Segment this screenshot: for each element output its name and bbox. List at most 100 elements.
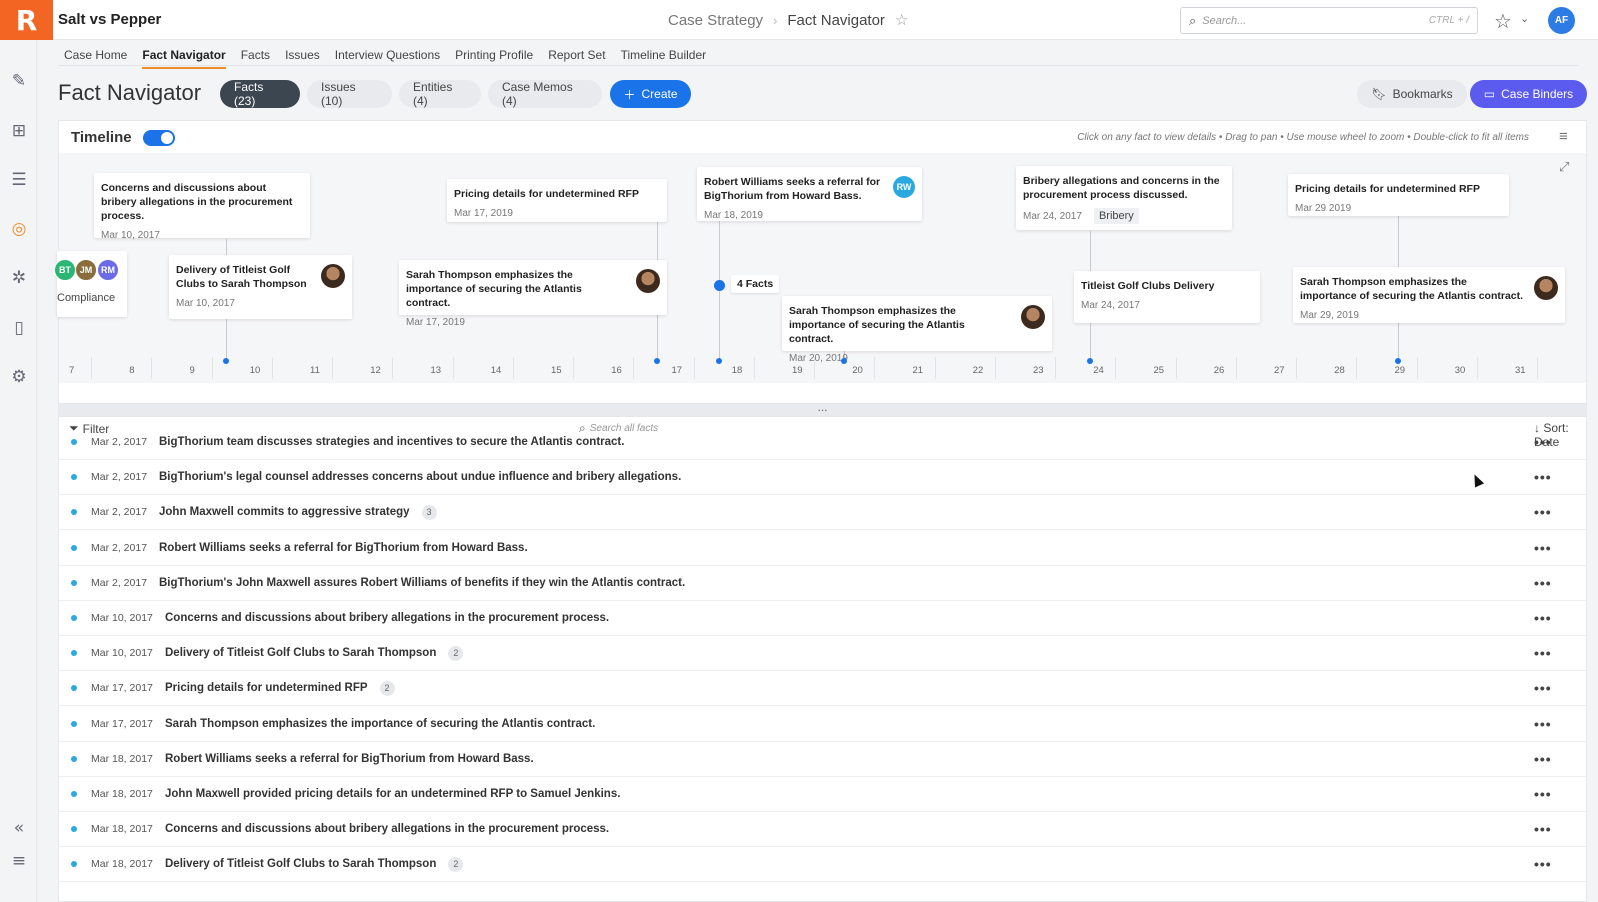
fact-text[interactable]: Robert Williams seeks a referral for Big… bbox=[159, 542, 528, 554]
fact-count-badge: 2 bbox=[448, 645, 464, 661]
case-title[interactable]: Salt vs Pepper bbox=[58, 11, 161, 28]
fact-row[interactable]: Mar 18, 2017 John Maxwell provided pricin… bbox=[59, 777, 1586, 812]
fact-text[interactable]: Delivery of Titleist Golf Clubs to Sarah… bbox=[165, 856, 464, 872]
more-options-icon[interactable]: ••• bbox=[1534, 504, 1552, 520]
cluster-dot[interactable] bbox=[714, 280, 725, 291]
favorites-star-icon[interactable]: ☆ bbox=[1494, 9, 1512, 34]
chevron-down-icon[interactable]: ⌄ bbox=[1520, 12, 1529, 25]
fact-text[interactable]: Pricing details for undetermined RFP 2 bbox=[165, 680, 395, 696]
axis-tick bbox=[874, 357, 876, 379]
menu-icon[interactable]: ≡ bbox=[1559, 128, 1568, 145]
bookmarks-button[interactable]: 🔖︎ Bookmarks bbox=[1357, 80, 1467, 108]
fact-text[interactable]: BigThorium's John Maxwell assures Robert… bbox=[159, 577, 685, 589]
panel-splitter[interactable]: ... bbox=[58, 401, 1587, 416]
fact-text-label: Concerns and discussions about bribery a… bbox=[165, 612, 610, 624]
fact-row[interactable]: Mar 2, 2017 BigThorium's legal counsel ad… bbox=[59, 460, 1586, 496]
fact-row[interactable]: Mar 17, 2017 Pricing details for undeterm… bbox=[59, 671, 1586, 707]
card-text: Concerns and discussions about bribery a… bbox=[101, 182, 293, 222]
timeline-dot[interactable] bbox=[841, 358, 847, 364]
timeline-dot[interactable] bbox=[654, 358, 660, 364]
more-options-icon[interactable]: ••• bbox=[1534, 434, 1552, 450]
fact-row[interactable]: Mar 18, 2017 Concerns and discussions abo… bbox=[59, 812, 1586, 848]
gear-icon[interactable]: ⚙ bbox=[8, 366, 30, 388]
timeline-dot[interactable] bbox=[716, 358, 722, 364]
timeline-dot[interactable] bbox=[1087, 358, 1093, 364]
fact-bullet bbox=[71, 755, 77, 762]
document-list-icon[interactable]: ☰ bbox=[8, 169, 30, 191]
fact-count-badge: 2 bbox=[379, 680, 395, 696]
menu-icon[interactable]: ≡ bbox=[8, 850, 30, 872]
cluster-label[interactable]: 4 Facts bbox=[731, 275, 780, 293]
fact-row[interactable]: Mar 2, 2017 Robert Williams seeks a refer… bbox=[59, 531, 1586, 566]
fact-row[interactable]: Mar 2, 2017 BigThorium team discusses str… bbox=[59, 425, 1586, 460]
fact-row[interactable]: Mar 17, 2017 Sarah Thompson emphasizes th… bbox=[59, 707, 1586, 742]
axis-tick-label: 9 bbox=[189, 365, 195, 376]
timeline-card[interactable]: Bribery allegations and concerns in the … bbox=[1016, 166, 1232, 230]
axis-tick bbox=[693, 357, 695, 379]
fact-text[interactable]: Robert Williams seeks a referral for Big… bbox=[165, 753, 534, 765]
more-options-icon[interactable]: ••• bbox=[1534, 610, 1552, 626]
timeline-card[interactable]: Delivery of Titleist Golf Clubs to Sarah… bbox=[169, 255, 352, 319]
entities-pill[interactable]: Entities (4) bbox=[399, 80, 481, 108]
plus-icon: ＋ bbox=[623, 87, 636, 102]
create-button[interactable]: ＋ Create bbox=[610, 80, 691, 108]
network-icon[interactable]: ✲ bbox=[8, 267, 30, 289]
timeline-card[interactable]: Pricing details for undetermined RFP Mar… bbox=[1288, 174, 1509, 216]
collapse-icon[interactable]: « bbox=[8, 817, 30, 839]
more-options-icon[interactable]: ••• bbox=[1534, 821, 1552, 837]
fact-text-label: Delivery of Titleist Golf Clubs to Sarah… bbox=[165, 646, 437, 659]
more-options-icon[interactable]: ••• bbox=[1534, 469, 1552, 485]
fact-row[interactable]: Mar 10, 2017 Concerns and discussions abo… bbox=[59, 601, 1586, 636]
more-options-icon[interactable]: ••• bbox=[1534, 540, 1552, 556]
timeline-canvas[interactable]: ⤢ Compliance BT JM RM Concerns and discu… bbox=[54, 153, 1586, 383]
more-options-icon[interactable]: ••• bbox=[1534, 680, 1552, 696]
notes-icon[interactable]: ✎ bbox=[8, 70, 30, 92]
more-options-icon[interactable]: ••• bbox=[1534, 645, 1552, 661]
fact-row[interactable]: Mar 2, 2017 John Maxwell commits to aggre… bbox=[59, 495, 1586, 531]
case-memos-pill[interactable]: Case Memos (4) bbox=[488, 80, 602, 108]
case-binders-button[interactable]: ▭ Case Binders bbox=[1470, 80, 1587, 108]
fact-row[interactable]: Mar 18, 2017 Robert Williams seeks a refe… bbox=[59, 742, 1586, 777]
fact-text[interactable]: Concerns and discussions about bribery a… bbox=[165, 823, 609, 835]
global-search-input[interactable]: ⌕ Search... CTRL + / bbox=[1180, 7, 1478, 34]
user-avatar[interactable]: AF bbox=[1548, 7, 1575, 34]
fact-text[interactable]: Delivery of Titleist Golf Clubs to Sarah… bbox=[165, 645, 464, 661]
timeline-toggle[interactable] bbox=[143, 130, 175, 146]
app-logo[interactable]: R bbox=[0, 0, 53, 40]
timeline-dot[interactable] bbox=[223, 358, 229, 364]
book-icon[interactable]: ▯ bbox=[8, 317, 30, 339]
bribery-tag[interactable]: Bribery bbox=[1093, 208, 1139, 224]
breadcrumb-parent[interactable]: Case Strategy bbox=[668, 12, 763, 29]
timeline-card[interactable]: Sarah Thompson emphasizes the importance… bbox=[399, 260, 667, 328]
favorite-star-icon[interactable]: ☆ bbox=[895, 11, 908, 29]
timeline-card[interactable]: Sarah Thompson emphasizes the importance… bbox=[1293, 267, 1565, 323]
more-options-icon[interactable]: ••• bbox=[1534, 716, 1552, 732]
more-options-icon[interactable]: ••• bbox=[1534, 575, 1552, 591]
more-options-icon[interactable]: ••• bbox=[1534, 751, 1552, 767]
fact-text[interactable]: BigThorium's legal counsel addresses con… bbox=[159, 471, 681, 483]
fact-row[interactable]: Mar 2, 2017 BigThorium's John Maxwell ass… bbox=[59, 566, 1586, 601]
timeline-card[interactable]: Pricing details for undetermined RFP Mar… bbox=[447, 179, 667, 222]
timeline-dot[interactable] bbox=[1395, 358, 1401, 364]
fact-text[interactable]: BigThorium team discusses strategies and… bbox=[159, 436, 624, 448]
timeline-card[interactable]: Robert Williams seeks a referral for Big… bbox=[697, 167, 922, 221]
timeline-card[interactable]: Concerns and discussions about bribery a… bbox=[94, 173, 310, 241]
chevron-right-icon: › bbox=[773, 12, 778, 28]
timeline-card[interactable]: Sarah Thompson emphasizes the importance… bbox=[782, 296, 1052, 364]
fact-text[interactable]: John Maxwell provided pricing details fo… bbox=[165, 788, 620, 800]
fact-text[interactable]: Concerns and discussions about bribery a… bbox=[165, 612, 609, 624]
facts-pill[interactable]: Facts (23) bbox=[220, 80, 300, 108]
fact-text[interactable]: John Maxwell commits to aggressive strat… bbox=[159, 504, 437, 520]
timeline-hint: Click on any fact to view details • Drag… bbox=[1077, 132, 1529, 143]
more-options-icon[interactable]: ••• bbox=[1534, 856, 1552, 872]
fact-row[interactable]: Mar 18, 2017 Delivery of Titleist Golf Cl… bbox=[59, 847, 1586, 883]
more-options-icon[interactable]: ••• bbox=[1534, 786, 1552, 802]
fact-row[interactable]: Mar 10, 2017 Delivery of Titleist Golf Cl… bbox=[59, 636, 1586, 672]
hierarchy-icon[interactable]: ⊞ bbox=[8, 120, 30, 142]
fact-text[interactable]: Sarah Thompson emphasizes the importance… bbox=[165, 718, 595, 730]
fact-navigator-icon[interactable]: ◎ bbox=[8, 218, 30, 240]
fact-date: Mar 2, 2017 bbox=[91, 471, 148, 484]
timeline-card[interactable]: Titleist Golf Clubs Delivery Mar 24, 201… bbox=[1074, 271, 1260, 323]
issues-pill[interactable]: Issues (10) bbox=[307, 80, 392, 108]
expand-icon[interactable]: ⤢ bbox=[1559, 159, 1569, 175]
